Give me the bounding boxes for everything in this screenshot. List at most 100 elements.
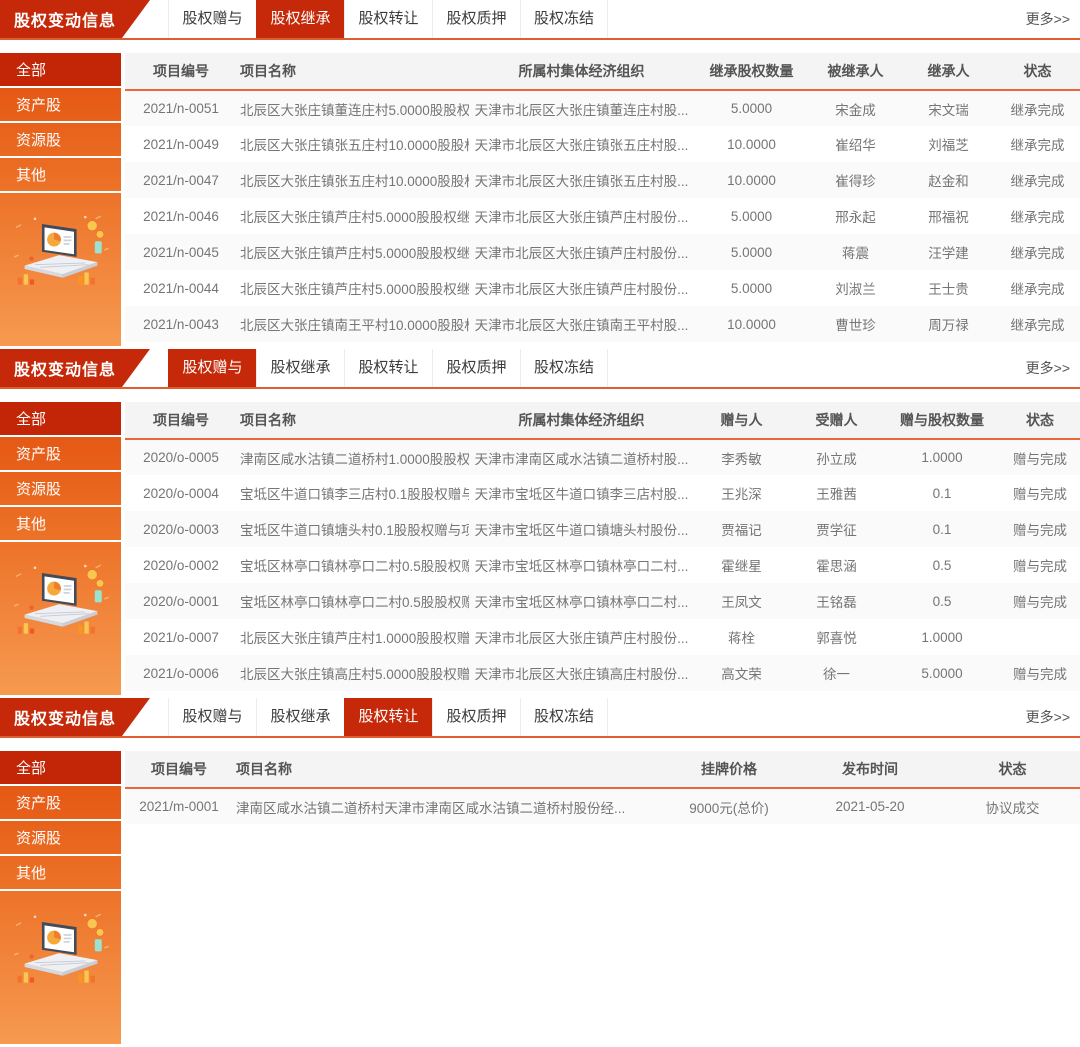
tab-股权冻结[interactable]: 股权冻结: [520, 698, 608, 736]
column-header: 继承股权数量: [694, 53, 809, 90]
category-sidebar: 全部资产股资源股其他: [0, 402, 121, 695]
column-header: 状态: [1000, 402, 1080, 439]
cell-被继承人: 宋金成: [809, 90, 902, 126]
table-head: 项目编号项目名称所属村集体经济组织赠与人受赠人赠与股权数量状态: [125, 402, 1080, 439]
cell-状态: 赠与完成: [1000, 547, 1080, 583]
more-link[interactable]: 更多>>: [1026, 349, 1080, 387]
cell-项目编号: 2020/o-0002: [125, 547, 237, 583]
cell-项目编号: 2021/m-0001: [125, 788, 233, 824]
tab-股权冻结[interactable]: 股权冻结: [520, 349, 608, 387]
cell-所属村集体经济组织: 天津市北辰区大张庄镇芦庄村股份...: [469, 234, 694, 270]
cell-继承人: 周万禄: [902, 306, 995, 342]
cell-赠与股权数量: 5.0000: [884, 655, 1000, 691]
column-header: 被继承人: [809, 53, 902, 90]
table-row[interactable]: 2021/n-0044北辰区大张庄镇芦庄村5.0000股股权继承...天津市北辰…: [125, 270, 1080, 306]
cell-赠与人: 霍继星: [694, 547, 789, 583]
cell-继承股权数量: 5.0000: [694, 234, 809, 270]
cell-受赠人: 王雅茜: [789, 475, 884, 511]
tab-股权冻结[interactable]: 股权冻结: [520, 0, 608, 38]
sidebar-item-全部[interactable]: 全部: [0, 53, 121, 88]
sidebar-item-全部[interactable]: 全部: [0, 402, 121, 437]
section-inheritance: 股权变动信息 股权赠与股权继承股权转让股权质押股权冻结 更多>> 全部资产股资源…: [0, 0, 1080, 349]
cell-所属村集体经济组织: 天津市津南区咸水沽镇二道桥村股...: [469, 439, 694, 475]
more-link[interactable]: 更多>>: [1026, 0, 1080, 38]
cell-状态: 赠与完成: [1000, 511, 1080, 547]
tab-股权赠与[interactable]: 股权赠与: [168, 0, 256, 38]
cell-所属村集体经济组织: 天津市北辰区大张庄镇董连庄村股...: [469, 90, 694, 126]
table-row[interactable]: 2021/n-0043北辰区大张庄镇南王平村10.0000股股权继...天津市北…: [125, 306, 1080, 342]
section-content: 全部资产股资源股其他: [0, 751, 1080, 1044]
table-row[interactable]: 2020/o-0005津南区咸水沽镇二道桥村1.0000股股权赠...天津市津南…: [125, 439, 1080, 475]
sidebar-item-资源股[interactable]: 资源股: [0, 821, 121, 856]
tab-股权继承[interactable]: 股权继承: [256, 698, 344, 736]
sidebar-item-全部[interactable]: 全部: [0, 751, 121, 786]
cell-受赠人: 孙立成: [789, 439, 884, 475]
cell-项目名称: 津南区咸水沽镇二道桥村天津市津南区咸水沽镇二道桥村股份经...: [233, 788, 663, 824]
sidebar-item-其他[interactable]: 其他: [0, 856, 121, 891]
tab-股权转让[interactable]: 股权转让: [344, 349, 432, 387]
sidebar-item-其他[interactable]: 其他: [0, 507, 121, 542]
cell-所属村集体经济组织: 天津市北辰区大张庄镇芦庄村股份...: [469, 619, 694, 655]
sidebar-item-资源股[interactable]: 资源股: [0, 123, 121, 158]
table-row[interactable]: 2021/n-0046北辰区大张庄镇芦庄村5.0000股股权继承...天津市北辰…: [125, 198, 1080, 234]
table-body: 2021/m-0001津南区咸水沽镇二道桥村天津市津南区咸水沽镇二道桥村股份经.…: [125, 788, 1080, 824]
table-row[interactable]: 2020/o-0002宝坻区林亭口镇林亭口二村0.5股股权赠与...天津市宝坻区…: [125, 547, 1080, 583]
more-link[interactable]: 更多>>: [1026, 698, 1080, 736]
tab-股权质押[interactable]: 股权质押: [432, 349, 520, 387]
section-content: 全部资产股资源股其他: [0, 53, 1080, 346]
sidebar-item-资产股[interactable]: 资产股: [0, 437, 121, 472]
sidebar-item-其他[interactable]: 其他: [0, 158, 121, 193]
cell-项目编号: 2021/n-0043: [125, 306, 237, 342]
cell-被继承人: 崔得珍: [809, 162, 902, 198]
table-row[interactable]: 2020/o-0001宝坻区林亭口镇林亭口二村0.5股股权赠与...天津市宝坻区…: [125, 583, 1080, 619]
tab-股权继承[interactable]: 股权继承: [256, 349, 344, 387]
column-header: 发布时间: [795, 751, 945, 788]
tab-股权质押[interactable]: 股权质押: [432, 0, 520, 38]
cell-赠与人: 高文荣: [694, 655, 789, 691]
header-row: 项目编号项目名称所属村集体经济组织继承股权数量被继承人继承人状态: [125, 53, 1080, 90]
cell-状态: 继承完成: [995, 126, 1080, 162]
table-row[interactable]: 2020/o-0004宝坻区牛道口镇李三店村0.1股股权赠与项目天津市宝坻区牛道…: [125, 475, 1080, 511]
cell-继承人: 赵金和: [902, 162, 995, 198]
cell-项目名称: 北辰区大张庄镇芦庄村5.0000股股权继承...: [237, 270, 469, 306]
cell-项目名称: 北辰区大张庄镇芦庄村1.0000股股权赠与...: [237, 619, 469, 655]
sidebar-item-资产股[interactable]: 资产股: [0, 786, 121, 821]
table-row[interactable]: 2021/n-0047北辰区大张庄镇张五庄村10.0000股股权继...天津市北…: [125, 162, 1080, 198]
cell-项目编号: 2021/n-0045: [125, 234, 237, 270]
tab-股权赠与[interactable]: 股权赠与: [168, 698, 256, 736]
column-header: 所属村集体经济组织: [469, 402, 694, 439]
cell-状态: 赠与完成: [1000, 439, 1080, 475]
cell-被继承人: 崔绍华: [809, 126, 902, 162]
section-headerbar: 股权变动信息 股权赠与股权继承股权转让股权质押股权冻结 更多>>: [0, 698, 1080, 738]
cell-所属村集体经济组织: 天津市北辰区大张庄镇芦庄村股份...: [469, 270, 694, 306]
cell-被继承人: 曹世珍: [809, 306, 902, 342]
table-row[interactable]: 2021/n-0049北辰区大张庄镇张五庄村10.0000股股权继...天津市北…: [125, 126, 1080, 162]
cell-所属村集体经济组织: 天津市北辰区大张庄镇张五庄村股...: [469, 162, 694, 198]
cell-状态: 赠与完成: [1000, 655, 1080, 691]
sidebar-item-资产股[interactable]: 资产股: [0, 88, 121, 123]
cell-所属村集体经济组织: 天津市北辰区大张庄镇芦庄村股份...: [469, 198, 694, 234]
table-row[interactable]: 2021/n-0045北辰区大张庄镇芦庄村5.0000股股权继承...天津市北辰…: [125, 234, 1080, 270]
section-gift: 股权变动信息 股权赠与股权继承股权转让股权质押股权冻结 更多>> 全部资产股资源…: [0, 349, 1080, 698]
cell-挂牌价格: 9000元(总价): [663, 788, 795, 824]
tab-股权赠与[interactable]: 股权赠与: [168, 349, 256, 387]
cell-继承股权数量: 5.0000: [694, 90, 809, 126]
tab-股权转让[interactable]: 股权转让: [344, 698, 432, 736]
tab-股权质押[interactable]: 股权质押: [432, 698, 520, 736]
cell-所属村集体经济组织: 天津市宝坻区牛道口镇李三店村股...: [469, 475, 694, 511]
cell-受赠人: 徐一: [789, 655, 884, 691]
cell-状态: 继承完成: [995, 270, 1080, 306]
sidebar-item-资源股[interactable]: 资源股: [0, 472, 121, 507]
table-row[interactable]: 2021/n-0051北辰区大张庄镇董连庄村5.0000股股权继...天津市北辰…: [125, 90, 1080, 126]
tab-股权继承[interactable]: 股权继承: [256, 0, 344, 38]
table-row[interactable]: 2021/o-0007北辰区大张庄镇芦庄村1.0000股股权赠与...天津市北辰…: [125, 619, 1080, 655]
table-row[interactable]: 2021/m-0001津南区咸水沽镇二道桥村天津市津南区咸水沽镇二道桥村股份经.…: [125, 788, 1080, 824]
table-row[interactable]: 2021/o-0006北辰区大张庄镇高庄村5.0000股股权赠与...天津市北辰…: [125, 655, 1080, 691]
column-header: 项目编号: [125, 751, 233, 788]
cell-项目名称: 宝坻区牛道口镇塘头村0.1股股权赠与项目: [237, 511, 469, 547]
table-row[interactable]: 2020/o-0003宝坻区牛道口镇塘头村0.1股股权赠与项目天津市宝坻区牛道口…: [125, 511, 1080, 547]
cell-赠与股权数量: 0.5: [884, 583, 1000, 619]
tab-股权转让[interactable]: 股权转让: [344, 0, 432, 38]
cell-所属村集体经济组织: 天津市北辰区大张庄镇高庄村股份...: [469, 655, 694, 691]
table-head: 项目编号项目名称所属村集体经济组织继承股权数量被继承人继承人状态: [125, 53, 1080, 90]
